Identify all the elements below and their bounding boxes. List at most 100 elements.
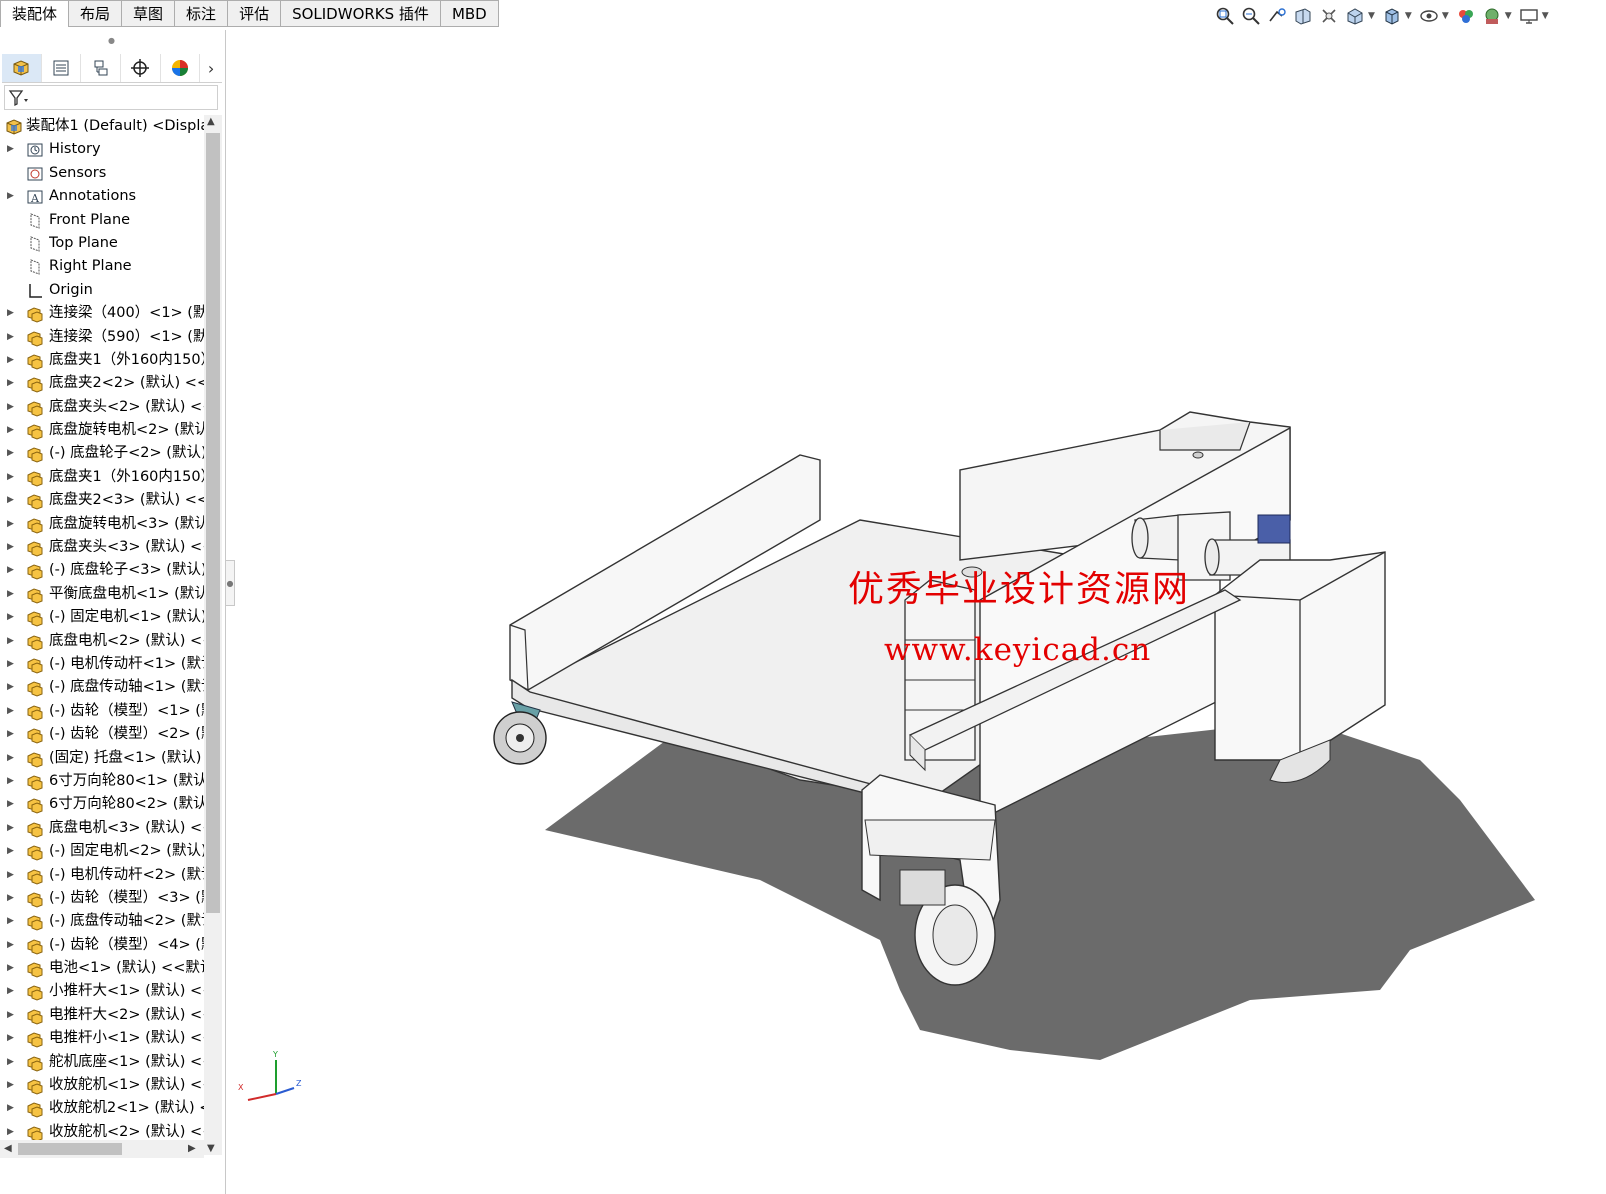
tree-item[interactable]: ▶ 底盘夹2<3> (默认) <<默 bbox=[0, 489, 204, 512]
expand-arrow-icon[interactable]: ▶ bbox=[7, 559, 17, 582]
scroll-down-icon[interactable]: ▼ bbox=[207, 1143, 215, 1154]
dynamic-annotation-icon[interactable] bbox=[1318, 5, 1340, 27]
scroll-right-icon[interactable]: ▶ bbox=[188, 1143, 196, 1154]
tab-3[interactable]: 标注 bbox=[175, 0, 229, 27]
apply-scene-icon[interactable] bbox=[1481, 5, 1503, 27]
chevron-right-icon[interactable]: › bbox=[200, 54, 222, 82]
scroll-thumb[interactable] bbox=[206, 133, 220, 913]
tree-item[interactable]: ▶ (-) 固定电机<2> (默认) bbox=[0, 840, 204, 863]
previous-view-icon[interactable] bbox=[1266, 5, 1288, 27]
expand-arrow-icon[interactable]: ▶ bbox=[7, 1051, 17, 1074]
expand-arrow-icon[interactable]: ▶ bbox=[7, 653, 17, 676]
tree-item[interactable]: ▶ (-) 底盘轮子<3> (默认) bbox=[0, 559, 204, 582]
tree-item[interactable]: ▶ (-) 电机传动杆<2> (默认 bbox=[0, 864, 204, 887]
tree-item[interactable]: ▶ (-) 齿轮（模型）<4> (默 bbox=[0, 934, 204, 957]
tree-horizontal-scrollbar[interactable]: ◀ ▶ bbox=[0, 1140, 204, 1158]
expand-arrow-icon[interactable]: ▶ bbox=[7, 326, 17, 349]
expand-arrow-icon[interactable]: ▶ bbox=[7, 138, 17, 161]
tree-filter[interactable] bbox=[4, 85, 218, 110]
expand-arrow-icon[interactable]: ▶ bbox=[7, 676, 17, 699]
tree-item[interactable]: ▶ 小推杆大<1> (默认) << bbox=[0, 980, 204, 1003]
filter-icon[interactable] bbox=[8, 89, 30, 107]
hide-show-dropdown-icon[interactable]: ▼ bbox=[1442, 11, 1449, 21]
tree-item[interactable]: ▶ 底盘夹头<3> (默认) << bbox=[0, 536, 204, 559]
configurationmanager-tab[interactable] bbox=[81, 54, 121, 82]
zoom-to-area-icon[interactable] bbox=[1240, 5, 1262, 27]
tab-5[interactable]: SOLIDWORKS 插件 bbox=[281, 0, 441, 27]
scroll-left-icon[interactable]: ◀ bbox=[4, 1143, 12, 1154]
expand-arrow-icon[interactable]: ▶ bbox=[7, 934, 17, 957]
expand-arrow-icon[interactable]: ▶ bbox=[7, 980, 17, 1003]
view-settings-icon[interactable] bbox=[1518, 5, 1540, 27]
tree-item[interactable]: ▶ 电池<1> (默认) <<默认 bbox=[0, 957, 204, 980]
tree-item[interactable]: ▶ 收放舵机<1> (默认) << bbox=[0, 1074, 204, 1097]
expand-arrow-icon[interactable]: ▶ bbox=[7, 606, 17, 629]
expand-arrow-icon[interactable]: ▶ bbox=[7, 1074, 17, 1097]
expand-arrow-icon[interactable]: ▶ bbox=[7, 466, 17, 489]
tree-item[interactable]: ▶ 底盘电机<3> (默认) << bbox=[0, 817, 204, 840]
tree-item[interactable]: ▶ 电推杆大<2> (默认) << bbox=[0, 1004, 204, 1027]
tree-item[interactable]: ▶ 电推杆小<1> (默认) << bbox=[0, 1027, 204, 1050]
expand-arrow-icon[interactable]: ▶ bbox=[7, 723, 17, 746]
zoom-to-fit-icon[interactable] bbox=[1214, 5, 1236, 27]
expand-arrow-icon[interactable]: ▶ bbox=[7, 957, 17, 980]
graphics-area[interactable]: 优秀毕业设计资源网 www.keyicad.cn bbox=[236, 30, 1606, 1194]
tree-item[interactable]: ▶ (-) 固定电机<1> (默认) bbox=[0, 606, 204, 629]
displaymanager-tab[interactable] bbox=[161, 54, 201, 82]
expand-arrow-icon[interactable]: ▶ bbox=[7, 887, 17, 910]
tree-item[interactable]: ▶ (固定) 托盘<1> (默认) < bbox=[0, 747, 204, 770]
tree-item[interactable]: Sensors bbox=[0, 162, 204, 185]
expand-arrow-icon[interactable]: ▶ bbox=[7, 770, 17, 793]
dimxpert-tab[interactable] bbox=[121, 54, 161, 82]
panel-grip-icon[interactable]: ● bbox=[108, 36, 115, 45]
display-style-icon[interactable] bbox=[1381, 5, 1403, 27]
tree-item[interactable]: ▶ A Annotations bbox=[0, 185, 204, 208]
hide-show-items-icon[interactable] bbox=[1418, 5, 1440, 27]
expand-arrow-icon[interactable]: ▶ bbox=[7, 910, 17, 933]
tab-1[interactable]: 布局 bbox=[69, 0, 123, 27]
edit-appearance-icon[interactable] bbox=[1455, 5, 1477, 27]
expand-arrow-icon[interactable]: ▶ bbox=[7, 817, 17, 840]
tree-item[interactable]: ▶ (-) 电机传动杆<1> (默认 bbox=[0, 653, 204, 676]
expand-arrow-icon[interactable]: ▶ bbox=[7, 302, 17, 325]
apply-scene-dropdown-icon[interactable]: ▼ bbox=[1505, 11, 1512, 21]
tree-item[interactable]: ▶ 收放舵机2<1> (默认) < bbox=[0, 1097, 204, 1120]
tree-item[interactable]: ▶ 6寸万向轮80<2> (默认 bbox=[0, 793, 204, 816]
tab-2[interactable]: 草图 bbox=[122, 0, 176, 27]
expand-arrow-icon[interactable]: ▶ bbox=[7, 700, 17, 723]
view-orientation-dropdown-icon[interactable]: ▼ bbox=[1368, 11, 1375, 21]
tree-item[interactable]: ▶ 底盘夹1（外160内150） bbox=[0, 349, 204, 372]
tree-item[interactable]: ▶ (-) 齿轮（模型）<2> (默 bbox=[0, 723, 204, 746]
section-view-icon[interactable] bbox=[1292, 5, 1314, 27]
expand-arrow-icon[interactable]: ▶ bbox=[7, 630, 17, 653]
expand-arrow-icon[interactable]: ▶ bbox=[7, 442, 17, 465]
expand-arrow-icon[interactable]: ▶ bbox=[7, 840, 17, 863]
tree-item[interactable]: ▶ 舵机底座<1> (默认) << bbox=[0, 1051, 204, 1074]
panel-collapse-handle[interactable]: ● bbox=[225, 560, 235, 606]
tree-item[interactable]: ▶ 平衡底盘电机<1> (默认 bbox=[0, 583, 204, 606]
expand-arrow-icon[interactable]: ▶ bbox=[7, 419, 17, 442]
tree-item[interactable]: Right Plane bbox=[0, 255, 204, 278]
tree-item[interactable]: ▶ 底盘夹头<2> (默认) << bbox=[0, 396, 204, 419]
scroll-up-icon[interactable]: ▲ bbox=[207, 116, 215, 127]
expand-arrow-icon[interactable]: ▶ bbox=[7, 513, 17, 536]
tree-item[interactable]: ▶ History bbox=[0, 138, 204, 161]
view-orientation-icon[interactable] bbox=[1344, 5, 1366, 27]
tree-item[interactable]: ▶ (-) 底盘传动轴<1> (默认 bbox=[0, 676, 204, 699]
hscroll-thumb[interactable] bbox=[18, 1143, 122, 1155]
tree-item[interactable]: ▶ 连接梁（400）<1> (默 bbox=[0, 302, 204, 325]
tree-item[interactable]: ▶ 6寸万向轮80<1> (默认 bbox=[0, 770, 204, 793]
expand-arrow-icon[interactable]: ▶ bbox=[7, 747, 17, 770]
expand-arrow-icon[interactable]: ▶ bbox=[7, 864, 17, 887]
expand-arrow-icon[interactable]: ▶ bbox=[7, 1004, 17, 1027]
expand-arrow-icon[interactable]: ▶ bbox=[7, 396, 17, 419]
tab-0[interactable]: 装配体 bbox=[0, 0, 70, 27]
expand-arrow-icon[interactable]: ▶ bbox=[7, 583, 17, 606]
tree-item[interactable]: ▶ (-) 齿轮（模型）<1> (默 bbox=[0, 700, 204, 723]
expand-arrow-icon[interactable]: ▶ bbox=[7, 793, 17, 816]
tree-item[interactable]: ▶ 连接梁（590）<1> (默 bbox=[0, 326, 204, 349]
tree-item[interactable]: ▶ (-) 底盘轮子<2> (默认) bbox=[0, 442, 204, 465]
expand-arrow-icon[interactable]: ▶ bbox=[7, 1097, 17, 1120]
tree-root-assembly[interactable]: 装配体1 (Default) <Display State-1> bbox=[0, 115, 204, 138]
tab-4[interactable]: 评估 bbox=[228, 0, 282, 27]
